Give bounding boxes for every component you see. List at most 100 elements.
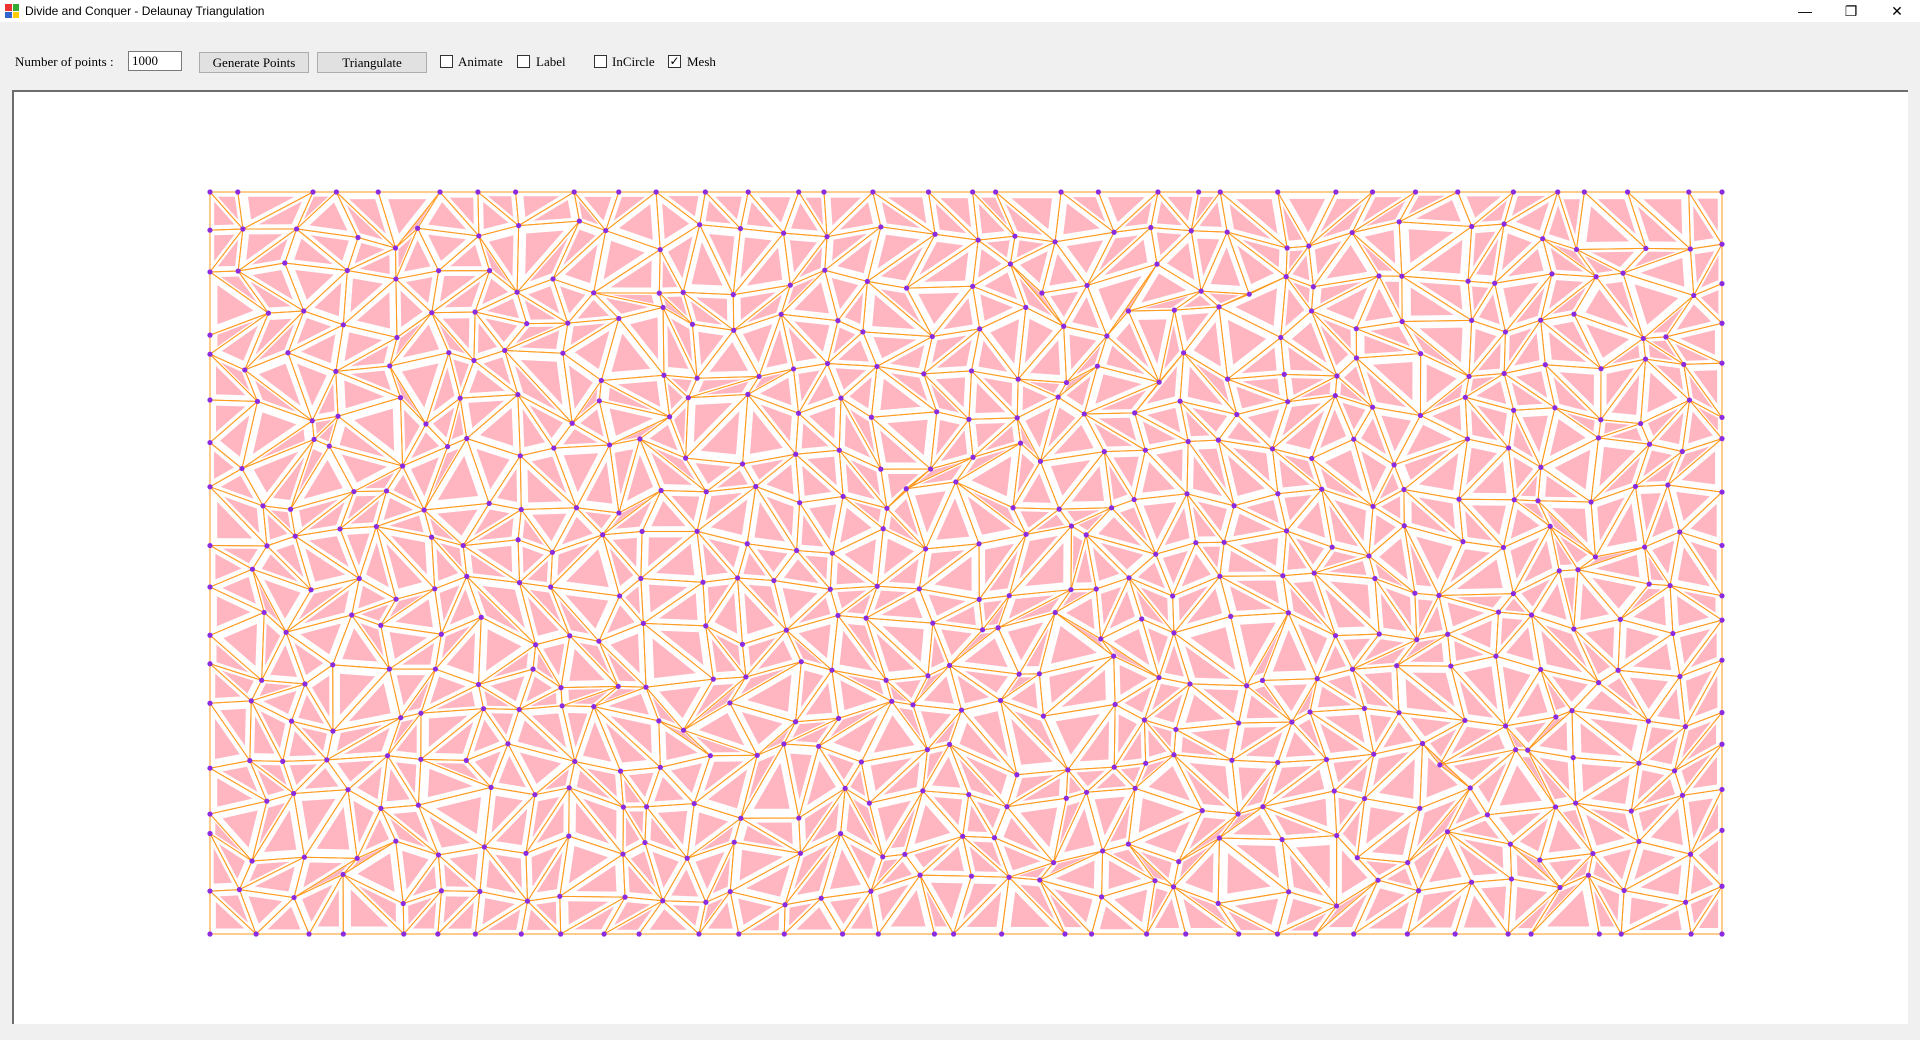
mesh-point (207, 397, 213, 403)
mesh-point (1376, 631, 1382, 637)
triangle-fill (741, 711, 783, 745)
triangle-fill (1629, 677, 1669, 710)
triangle-fill (652, 851, 679, 888)
mesh-point (550, 276, 556, 282)
mesh-point (1052, 609, 1058, 616)
mesh-point (518, 506, 524, 513)
mesh-point (868, 414, 875, 420)
mesh-point (207, 584, 213, 590)
mesh-point (207, 351, 213, 357)
restore-icon[interactable]: ❐ (1828, 0, 1874, 22)
mesh-point (745, 391, 751, 397)
mesh-point (1037, 458, 1044, 464)
mesh-checkbox[interactable]: ✓ (668, 55, 681, 68)
mesh-point (1068, 587, 1074, 593)
mesh-point (976, 596, 982, 602)
mesh-point (1275, 491, 1281, 497)
mesh-point (903, 486, 909, 492)
mesh-point (486, 500, 492, 506)
mesh-point (260, 503, 266, 509)
triangle-edge (1494, 273, 1554, 334)
triangle-fill (1285, 288, 1305, 327)
mesh-point (1319, 486, 1325, 492)
label-label[interactable]: Label (536, 54, 566, 70)
mesh-point (995, 625, 1001, 631)
mesh-point (505, 741, 511, 747)
mesh-point (1155, 189, 1161, 195)
triangle-fill (1373, 515, 1396, 546)
triangle-fill (1164, 645, 1184, 677)
mesh-point (1569, 708, 1575, 714)
mesh-point (1418, 351, 1424, 357)
mesh-point (1156, 379, 1162, 385)
mesh-point (858, 759, 864, 765)
mesh-point (1549, 271, 1555, 277)
mesh-point (1719, 320, 1725, 326)
mesh-point (1329, 544, 1335, 550)
label-checkbox[interactable] (517, 55, 530, 68)
minimize-icon[interactable]: — (1782, 0, 1828, 22)
mesh-point (637, 436, 643, 442)
animate-checkbox[interactable] (440, 55, 453, 68)
mesh-point (1112, 701, 1118, 708)
mesh-point (1670, 630, 1676, 637)
mesh-point (744, 541, 750, 547)
mesh-point (1061, 323, 1067, 329)
mesh-point (860, 329, 866, 335)
mesh-point (207, 888, 213, 894)
mesh-point (793, 547, 800, 554)
mesh-label[interactable]: Mesh (687, 54, 716, 70)
mesh-point (337, 526, 343, 532)
mesh-point (1014, 415, 1020, 421)
points-input[interactable]: 1000 (128, 51, 182, 71)
mesh-point (207, 484, 213, 490)
mesh-point (1284, 245, 1290, 251)
mesh-point (1100, 848, 1106, 854)
mesh-point (301, 308, 307, 314)
mesh-point (1469, 317, 1475, 324)
triangulate-button[interactable]: Triangulate (317, 52, 427, 73)
mesh-point (1181, 350, 1187, 356)
mesh-point (796, 189, 802, 195)
mesh-point (1224, 229, 1230, 235)
triangle-fill (1410, 717, 1452, 737)
drawing-canvas[interactable] (12, 90, 1908, 1024)
close-icon[interactable]: ✕ (1874, 0, 1920, 22)
mesh-point (1719, 617, 1725, 623)
mesh-point (235, 189, 241, 195)
mesh-point (1199, 808, 1205, 814)
mesh-point (1372, 575, 1378, 582)
triangle-fill (498, 755, 526, 788)
mesh-point (1260, 804, 1266, 810)
incircle-label[interactable]: InCircle (612, 54, 655, 70)
generate-points-button[interactable]: Generate Points (199, 52, 309, 73)
mesh-point (838, 830, 844, 837)
mesh-point (384, 753, 391, 759)
mesh-point (1216, 304, 1222, 310)
mesh-point (642, 839, 648, 846)
mesh-point (261, 609, 267, 616)
mesh-point (1056, 506, 1062, 512)
mesh-point (1176, 859, 1182, 865)
mesh-point (340, 322, 346, 328)
mesh-point (1068, 523, 1075, 529)
triangle-fill (353, 800, 374, 844)
mesh-point (1719, 741, 1725, 747)
mesh-point (1641, 544, 1648, 550)
triangle-fill (1549, 419, 1586, 456)
mesh-point (1719, 786, 1725, 793)
triangle-fill (1183, 295, 1212, 308)
mesh-point (795, 410, 802, 416)
mesh-point (1099, 894, 1105, 900)
mesh-point (1538, 666, 1544, 673)
mesh-point (917, 872, 923, 878)
incircle-checkbox[interactable] (594, 55, 607, 68)
mesh-point (207, 811, 213, 817)
mesh-point (397, 395, 404, 401)
mesh-point (743, 674, 749, 680)
mesh-point (966, 416, 972, 422)
mesh-point (418, 710, 424, 716)
triangle-fill (980, 294, 1014, 321)
triangle-fill (1210, 247, 1241, 286)
animate-label[interactable]: Animate (458, 54, 503, 70)
